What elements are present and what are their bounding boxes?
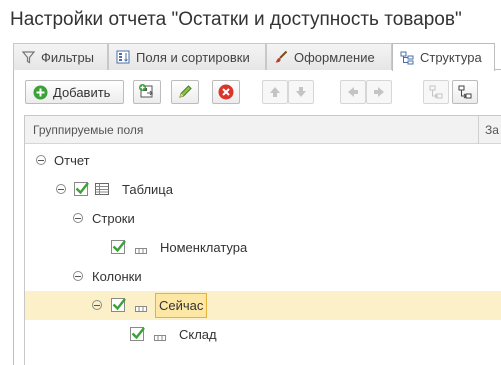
group-out-button[interactable] [452,80,478,104]
add-grouping-button[interactable] [133,80,161,104]
column-separator[interactable] [478,116,479,144]
tree-row-nomenclature[interactable]: Номенклатура [25,233,501,262]
move-down-button[interactable] [288,80,314,104]
delete-button[interactable] [212,80,240,104]
arrow-left-icon [346,85,360,99]
row-checkbox[interactable] [74,182,89,196]
tree-row-now[interactable]: Сейчас [25,291,501,320]
arrow-down-icon [294,85,308,99]
add-button-label: Добавить [53,84,111,100]
row-checkbox[interactable] [130,327,145,341]
tab-label: Фильтры [41,49,95,65]
delete-icon [218,84,234,100]
tab-design[interactable]: Оформление [266,43,392,70]
window-title: Настройки отчета "Остатки и доступность … [10,9,462,30]
field-icon [135,301,147,312]
tab-bar: Фильтры Поля и сортировки Оформление Стр… [13,43,501,71]
group-in-button[interactable] [423,80,449,104]
checkmark-icon [75,182,89,195]
collapse-toggle[interactable] [73,213,83,223]
tree-row-table[interactable]: Таблица [25,175,501,204]
field-icon [154,330,166,341]
move-left-button[interactable] [340,80,366,104]
row-label: Номенклатура [160,240,248,255]
add-icon [33,85,48,100]
tab-label: Оформление [294,49,375,65]
pencil-icon [177,84,193,100]
tab-label: Структура [420,50,482,65]
group-in-icon [428,84,444,100]
tree-row-warehouse[interactable]: Склад [25,320,501,349]
tree-row-columns[interactable]: Колонки [25,262,501,291]
arrow-up-icon [268,85,282,99]
add-grouping-icon [138,83,156,101]
row-label: Склад [179,327,217,342]
row-checkbox[interactable] [111,240,126,254]
table-icon [95,182,109,196]
column-header-grouping-fields[interactable]: Группируемые поля [33,123,143,137]
checkmark-icon [112,240,126,253]
group-out-icon [457,84,473,100]
fields-icon [115,49,131,65]
collapse-toggle[interactable] [36,155,46,165]
edit-button[interactable] [171,80,199,104]
arrow-right-icon [372,85,386,99]
row-checkbox[interactable] [111,298,126,312]
row-label: Отчет [54,153,90,168]
row-label: Таблица [122,182,173,197]
tab-filters[interactable]: Фильтры [13,43,108,70]
row-label: Колонки [92,269,142,284]
structure-icon [399,50,415,66]
move-up-button[interactable] [262,80,288,104]
collapse-toggle[interactable] [92,300,102,310]
checkmark-icon [112,298,126,311]
column-header-second[interactable]: За [485,123,499,137]
collapse-toggle[interactable] [73,271,83,281]
tree-row-report[interactable]: Отчет [25,146,501,175]
structure-tree[interactable]: Группируемые поля За Отчет Таблица Строк… [24,115,501,365]
tab-fields-sorting[interactable]: Поля и сортировки [108,43,266,70]
filter-icon [20,49,36,65]
collapse-toggle[interactable] [56,184,66,194]
add-button[interactable]: Добавить [25,80,124,104]
tab-label: Поля и сортировки [136,49,250,65]
brush-icon [273,49,289,65]
move-right-button[interactable] [366,80,392,104]
tree-header: Группируемые поля За [25,116,501,144]
field-icon [135,243,147,254]
tree-row-rows[interactable]: Строки [25,204,501,233]
checkmark-icon [131,327,145,340]
row-label: Строки [92,211,135,226]
tab-structure[interactable]: Структура [392,43,495,71]
row-label: Сейчас [155,293,208,318]
